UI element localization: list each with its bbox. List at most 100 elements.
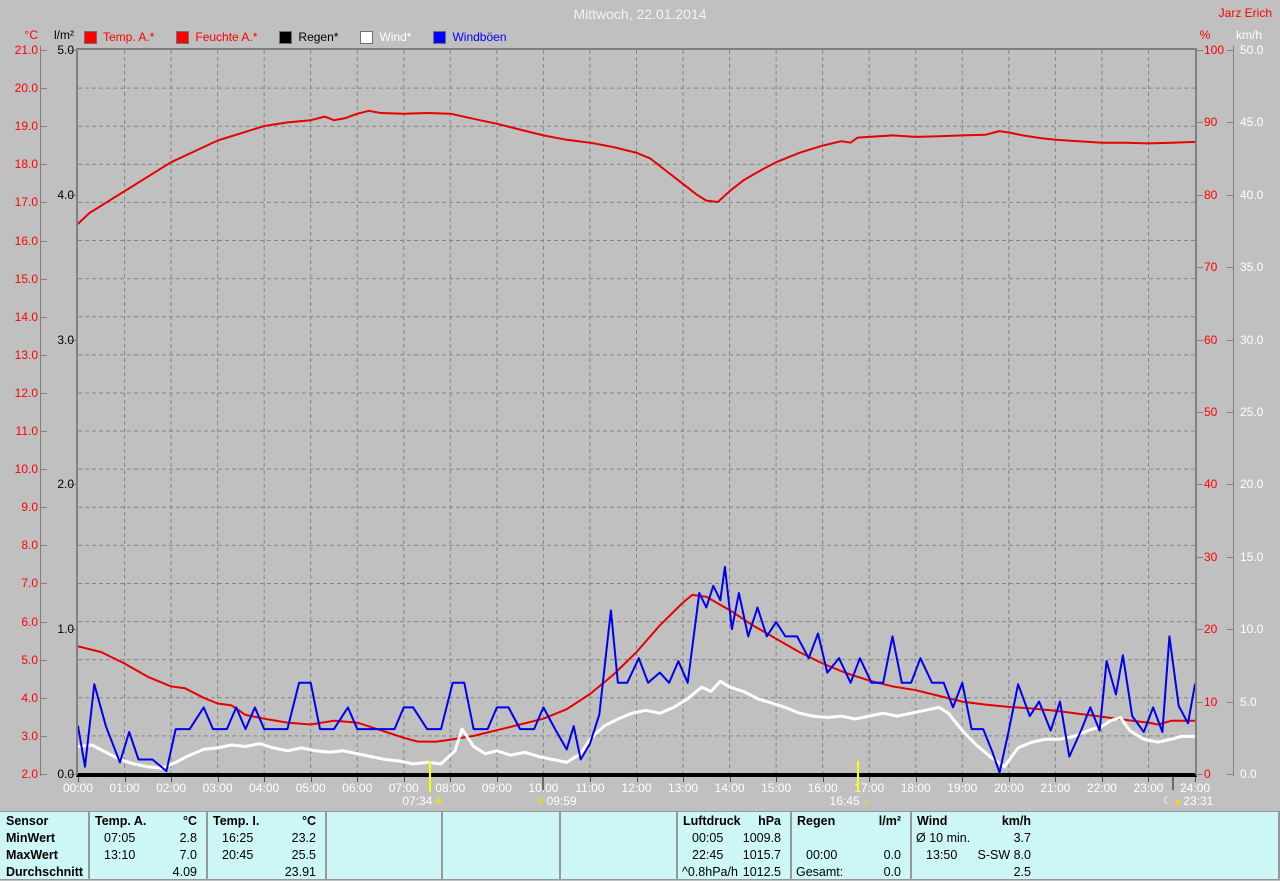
x-axis-hour-tick xyxy=(403,777,405,782)
x-axis-hour-tick xyxy=(729,777,731,782)
x-axis-hour-tick xyxy=(171,777,173,782)
temp-axis-tick xyxy=(41,392,47,394)
temp-axis-tick-label: 7.0 xyxy=(21,576,38,591)
legend-item-regen[interactable]: Regen* xyxy=(279,30,338,44)
cell-value: S-SW 8.0 xyxy=(977,847,1032,862)
humidity-axis-tick xyxy=(1197,50,1203,51)
legend-item-temp-a[interactable]: Temp. A.* xyxy=(84,30,154,44)
temp-axis-tick xyxy=(41,316,47,318)
wind-axis-tick-label: 15.0 xyxy=(1240,549,1264,564)
temp-axis-tick-label: 15.0 xyxy=(14,271,38,286)
x-axis-label: 02:00 xyxy=(156,781,187,795)
x-axis-label: 01:00 xyxy=(109,781,140,795)
row-header: Durchschnitt xyxy=(6,864,84,879)
humidity-axis-tick xyxy=(1197,629,1203,631)
cell-value: 4.09 xyxy=(172,864,197,879)
legend-label: Wind* xyxy=(379,30,412,44)
temp-axis-tick-label: 5.0 xyxy=(21,652,38,667)
temp-axis-tick xyxy=(41,507,47,509)
wind-axis-unit: km/h xyxy=(1236,28,1263,42)
rain-axis-tick-label: 4.0 xyxy=(57,187,74,202)
cell-value: 0.0 xyxy=(883,864,901,879)
temp-axis-tick xyxy=(41,88,47,90)
sunset-tick xyxy=(856,761,859,792)
x-axis-hour-tick xyxy=(1148,777,1150,782)
x-axis-label: 07:00 xyxy=(388,781,419,795)
moonset-marker: ▼ 09:59 xyxy=(537,794,577,808)
temp-axis-tick xyxy=(41,583,47,585)
wind-axis-tick-label: 30.0 xyxy=(1240,332,1264,347)
moonrise-time-label: 23:31 xyxy=(1183,794,1214,808)
table-column-wind: Wind km/h Ø 10 min. 3.7 13:50 S-SW 8.0 2.5 xyxy=(912,812,1038,879)
x-axis-hour-tick xyxy=(962,777,964,782)
column-unit: hPa xyxy=(758,813,781,828)
x-axis-label: 00:00 xyxy=(62,781,94,795)
wind-axis-tick xyxy=(1227,629,1233,631)
cell-value: 0.0 xyxy=(883,847,901,862)
wind-axis-tick xyxy=(1227,774,1233,775)
legend-item-wind[interactable]: Wind* xyxy=(360,30,411,44)
x-axis-hour-tick xyxy=(124,777,126,782)
temp-axis-tick-label: 10.0 xyxy=(14,462,38,477)
x-axis-hour-tick xyxy=(310,777,312,782)
summary-table: Sensor MinWert MaxWert Durchschnitt Temp. A.… xyxy=(0,811,1280,880)
moonset-tick xyxy=(541,777,544,790)
rain-axis-tick-label: 5.0 xyxy=(57,43,74,57)
x-axis-label: 11:00 xyxy=(575,781,605,795)
x-axis-hour-tick xyxy=(450,777,452,782)
temp-axis-tick xyxy=(41,202,47,204)
x-axis-label: 24:00 xyxy=(1179,781,1211,795)
temp-axis-tick xyxy=(41,431,47,433)
wind-axis-tick xyxy=(1227,339,1233,341)
chart-plot-area[interactable] xyxy=(76,48,1197,777)
x-axis-hour-tick xyxy=(78,777,79,782)
rain-axis-tick-label: 0.0 xyxy=(57,767,74,781)
temp-axis-tick xyxy=(41,126,47,128)
column-header: Regen xyxy=(797,813,836,828)
column-header: Luftdruck xyxy=(683,813,741,828)
legend-item-windboeen[interactable]: Windböen xyxy=(433,30,507,44)
wind-axis-tick xyxy=(1227,701,1233,703)
wind-axis-tick-label: 20.0 xyxy=(1240,477,1264,492)
column-unit: km/h xyxy=(1001,813,1031,828)
row-header: MaxWert xyxy=(6,847,58,862)
table-column-empty-3 xyxy=(561,812,674,879)
legend-label: Temp. A.* xyxy=(103,30,155,44)
temp-axis-tick xyxy=(41,354,47,356)
x-axis-hour-tick xyxy=(915,777,917,782)
x-axis-hour-tick xyxy=(636,777,638,782)
temp-axis-tick-label: 3.0 xyxy=(21,728,38,743)
temp-axis-tick xyxy=(41,697,47,699)
wind-axis-tick-label: 35.0 xyxy=(1240,260,1264,275)
cell-value: 1015.7 xyxy=(742,847,781,862)
x-axis-label: 08:00 xyxy=(435,781,466,795)
x-axis-label: 21:00 xyxy=(1040,781,1071,795)
moon-icon: ▲ xyxy=(1173,795,1183,806)
humidity-axis-tick xyxy=(1197,556,1203,558)
cell-value: 2.5 xyxy=(1013,864,1031,879)
regen-swatch-icon xyxy=(279,30,293,44)
x-axis-label: 23:00 xyxy=(1133,781,1164,795)
x-axis-hour-tick xyxy=(264,777,266,782)
x-axis-hour-tick xyxy=(822,777,824,782)
cell-value: 3.7 xyxy=(1013,830,1031,845)
rain-axis-tick-label: 2.0 xyxy=(57,477,74,492)
temp-axis-tick-label: 16.0 xyxy=(14,233,38,248)
x-axis-label: 22:00 xyxy=(1086,781,1117,795)
temp-axis-tick-label: 20.0 xyxy=(14,81,38,96)
temp-a-swatch-icon xyxy=(84,30,97,44)
temp-axis-tick-label: 9.0 xyxy=(21,500,38,515)
moonset-time-label: 09:59 xyxy=(546,794,577,808)
temp-axis-tick-label: 8.0 xyxy=(21,538,38,553)
legend: Temp. A.* Feuchte A.* Regen* Wind* Windböen xyxy=(84,30,507,44)
arrow-down-icon: ▼ xyxy=(536,795,546,806)
wind-axis-tick xyxy=(1227,122,1233,124)
cell-label: ^0.8hPa/h xyxy=(682,864,738,879)
windboeen-swatch-icon xyxy=(433,30,447,44)
x-axis-label: 16:00 xyxy=(807,781,838,795)
x-axis-label: 09:00 xyxy=(481,781,512,795)
column-header: Temp. I. xyxy=(213,813,260,828)
cell-label: Ø 10 min. xyxy=(916,830,971,845)
wind-axis-tick-label: 45.0 xyxy=(1240,115,1264,130)
legend-item-feuchte-a[interactable]: Feuchte A.* xyxy=(176,30,257,44)
